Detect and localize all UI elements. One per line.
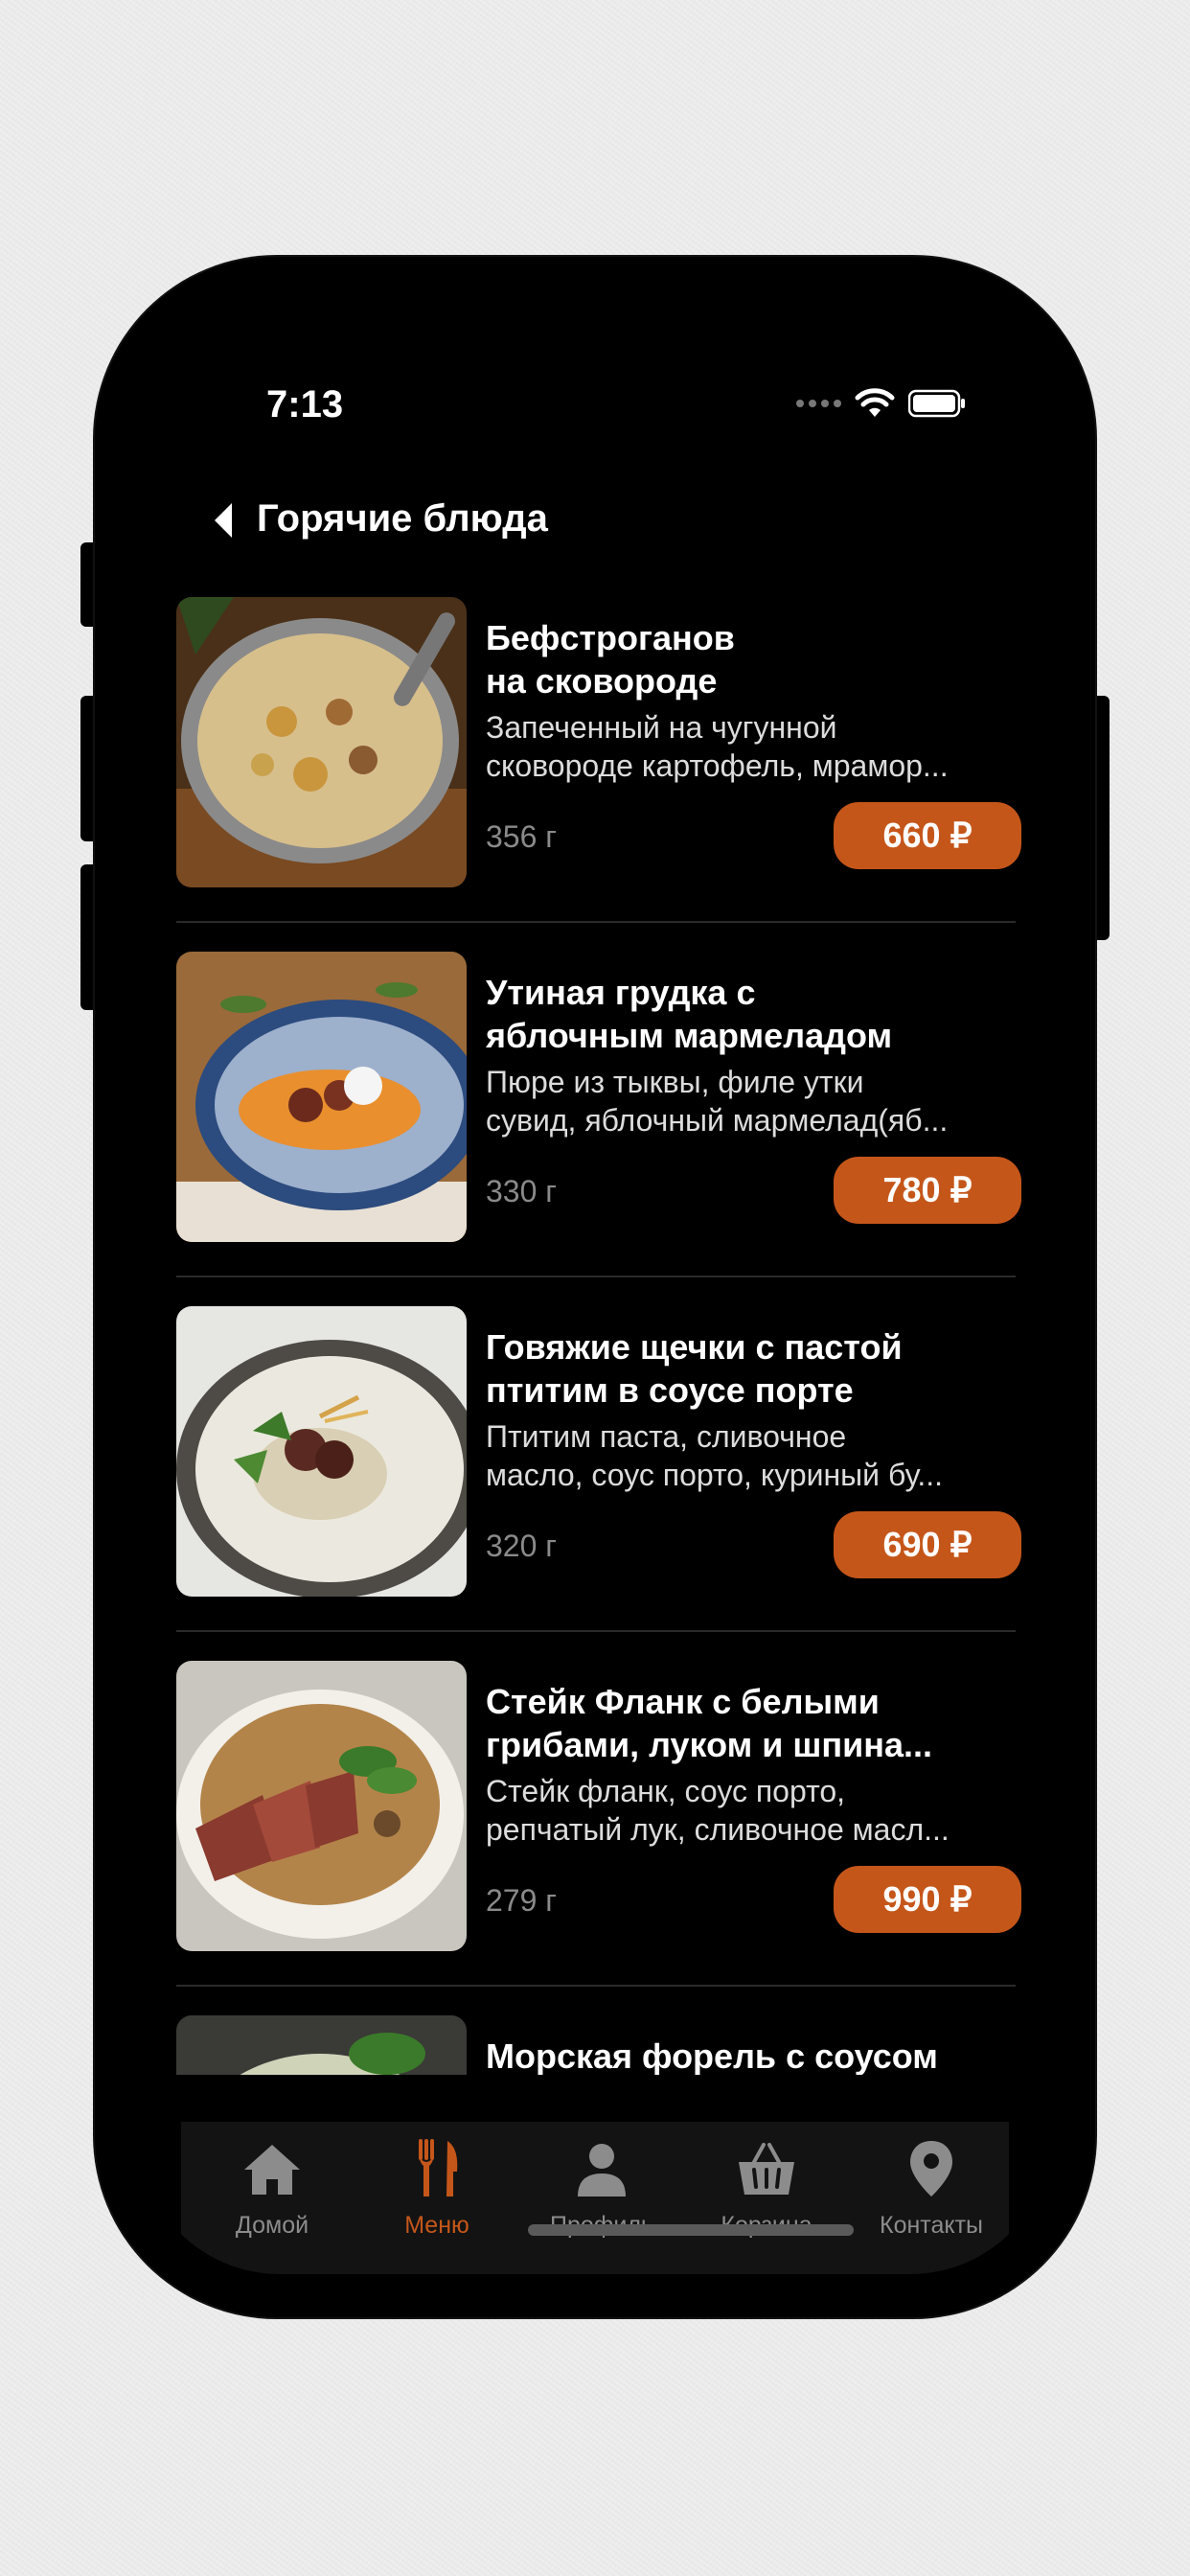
- home-icon: [244, 2145, 300, 2195]
- status-time: 7:13: [266, 383, 344, 426]
- back-arrow-icon[interactable]: [211, 501, 238, 540]
- signal-icon: [796, 400, 841, 407]
- location-pin-icon: [910, 2141, 952, 2196]
- price-button[interactable]: 990 ₽: [834, 1866, 1021, 1933]
- dish-name: Говяжие щечки с пастой птитим в соусе по…: [486, 1327, 903, 1410]
- tab-label: Меню: [404, 2212, 469, 2239]
- tab-menu[interactable]: Меню: [355, 2122, 519, 2246]
- dish-photo-flank-steak: [176, 1661, 467, 1951]
- divider: [176, 921, 1016, 923]
- menu-item[interactable]: Бефстроганов на сковороде Запеченный на …: [176, 597, 1021, 952]
- menu-item[interactable]: Утиная грудка с яблочным мармеладом Пюре…: [176, 952, 1021, 1306]
- dish-photo-sea-trout: [176, 2015, 467, 2075]
- price-button[interactable]: 690 ₽: [834, 1511, 1021, 1578]
- dish-photo-duck-breast: [176, 952, 467, 1242]
- dish-photo-beef-stroganoff: [176, 597, 467, 887]
- app-screen: 7:13 Горячие блюда Бефстроганов на сково…: [138, 300, 1052, 2274]
- home-indicator[interactable]: [528, 2224, 854, 2236]
- dish-weight: 330 г: [486, 1174, 557, 1208]
- basket-icon: [739, 2143, 794, 2195]
- price-button[interactable]: 780 ₽: [834, 1157, 1021, 1224]
- wifi-icon: [855, 388, 895, 417]
- divider: [176, 1985, 1016, 1987]
- tab-contacts[interactable]: Контакты: [849, 2122, 1014, 2246]
- battery-icon: [908, 389, 965, 418]
- tab-label: Контакты: [880, 2212, 983, 2239]
- status-icons: [796, 388, 966, 419]
- page-title: Горячие блюда: [257, 497, 548, 540]
- menu-item[interactable]: Морская форель с соусом: [176, 2015, 1016, 2075]
- dish-weight: 320 г: [486, 1529, 557, 1563]
- fork-knife-icon: [419, 2139, 458, 2196]
- tab-bar: Домой Меню Профиль: [181, 2122, 1009, 2274]
- price-button[interactable]: 660 ₽: [834, 802, 1021, 869]
- dish-description: Пюре из тыквы, филе утки сувид, яблочный…: [486, 1065, 949, 1138]
- navigation-header: Горячие блюда: [138, 472, 1052, 559]
- menu-item[interactable]: Говяжие щечки с пастой птитим в соусе по…: [176, 1306, 1021, 1661]
- dish-description: Стейк фланк, соус порто, репчатый лук, с…: [486, 1774, 950, 1847]
- dish-name: Стейк Фланк с белыми грибами, луком и шп…: [486, 1682, 933, 1764]
- dish-weight: 356 г: [486, 819, 557, 854]
- dish-description: Птитим паста, сливочное масло, соус порт…: [486, 1419, 944, 1492]
- tab-label: Домой: [235, 2212, 309, 2239]
- user-icon: [578, 2144, 626, 2196]
- dish-name: Утиная грудка с яблочным мармеладом: [486, 973, 893, 1055]
- phone-frame: 7:13 Горячие блюда Бефстроганов на сково…: [95, 257, 1095, 2317]
- menu-list[interactable]: Бефстроганов на сковороде Запеченный на …: [138, 597, 1052, 2075]
- dish-photo-beef-cheeks: [176, 1306, 467, 1597]
- dish-name: Морская форель с соусом: [486, 2036, 938, 2075]
- divider: [176, 1630, 1016, 1632]
- tab-home[interactable]: Домой: [190, 2122, 355, 2246]
- dish-description: Запеченный на чугунной сковороде картофе…: [486, 710, 949, 783]
- dish-weight: 279 г: [486, 1883, 557, 1918]
- dish-name: Бефстроганов на сковороде: [486, 618, 735, 701]
- divider: [176, 1276, 1016, 1277]
- menu-item[interactable]: Стейк Фланк с белыми грибами, луком и шп…: [176, 1661, 1021, 2015]
